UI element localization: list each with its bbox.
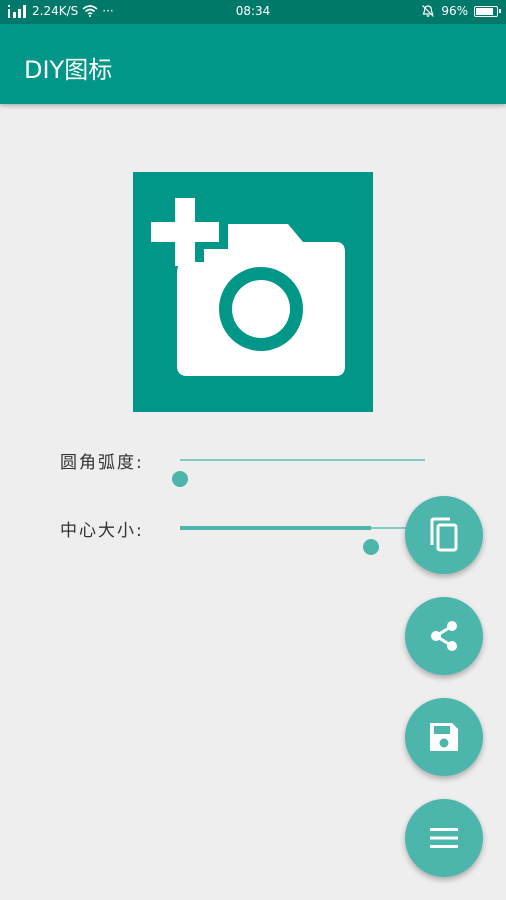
- save-icon: [430, 723, 458, 751]
- center-size-label: 中心大小:: [60, 521, 144, 541]
- copy-icon: [430, 517, 458, 552]
- menu-icon: [430, 828, 458, 848]
- corner-radius-slider[interactable]: [172, 459, 425, 487]
- battery-icon: [474, 5, 501, 17]
- corner-radius-slider-thumb[interactable]: [172, 471, 188, 487]
- battery-fill: [476, 7, 493, 15]
- share-button[interactable]: [405, 597, 483, 675]
- app-bar: DIY图标: [0, 24, 506, 104]
- battery-percent: 96%: [441, 4, 468, 18]
- save-button[interactable]: [405, 698, 483, 776]
- center-size-slider[interactable]: [180, 526, 425, 555]
- corner-radius-row: 圆角弧度:: [0, 440, 506, 487]
- icon-preview: [133, 172, 373, 412]
- add-a-photo-icon: [151, 198, 345, 376]
- center-size-slider-active: [180, 526, 371, 530]
- menu-button[interactable]: [405, 799, 483, 877]
- status-bar: 2.24K/S ··· 08:34 96%: [0, 0, 506, 24]
- corner-radius-label: 圆角弧度:: [60, 453, 144, 473]
- silent-bell-icon: [422, 5, 435, 17]
- share-icon: [431, 621, 457, 651]
- center-size-slider-thumb[interactable]: [363, 539, 379, 555]
- status-right: 96%: [421, 4, 501, 18]
- app-title: DIY图标: [24, 56, 113, 84]
- copy-button[interactable]: [405, 496, 483, 574]
